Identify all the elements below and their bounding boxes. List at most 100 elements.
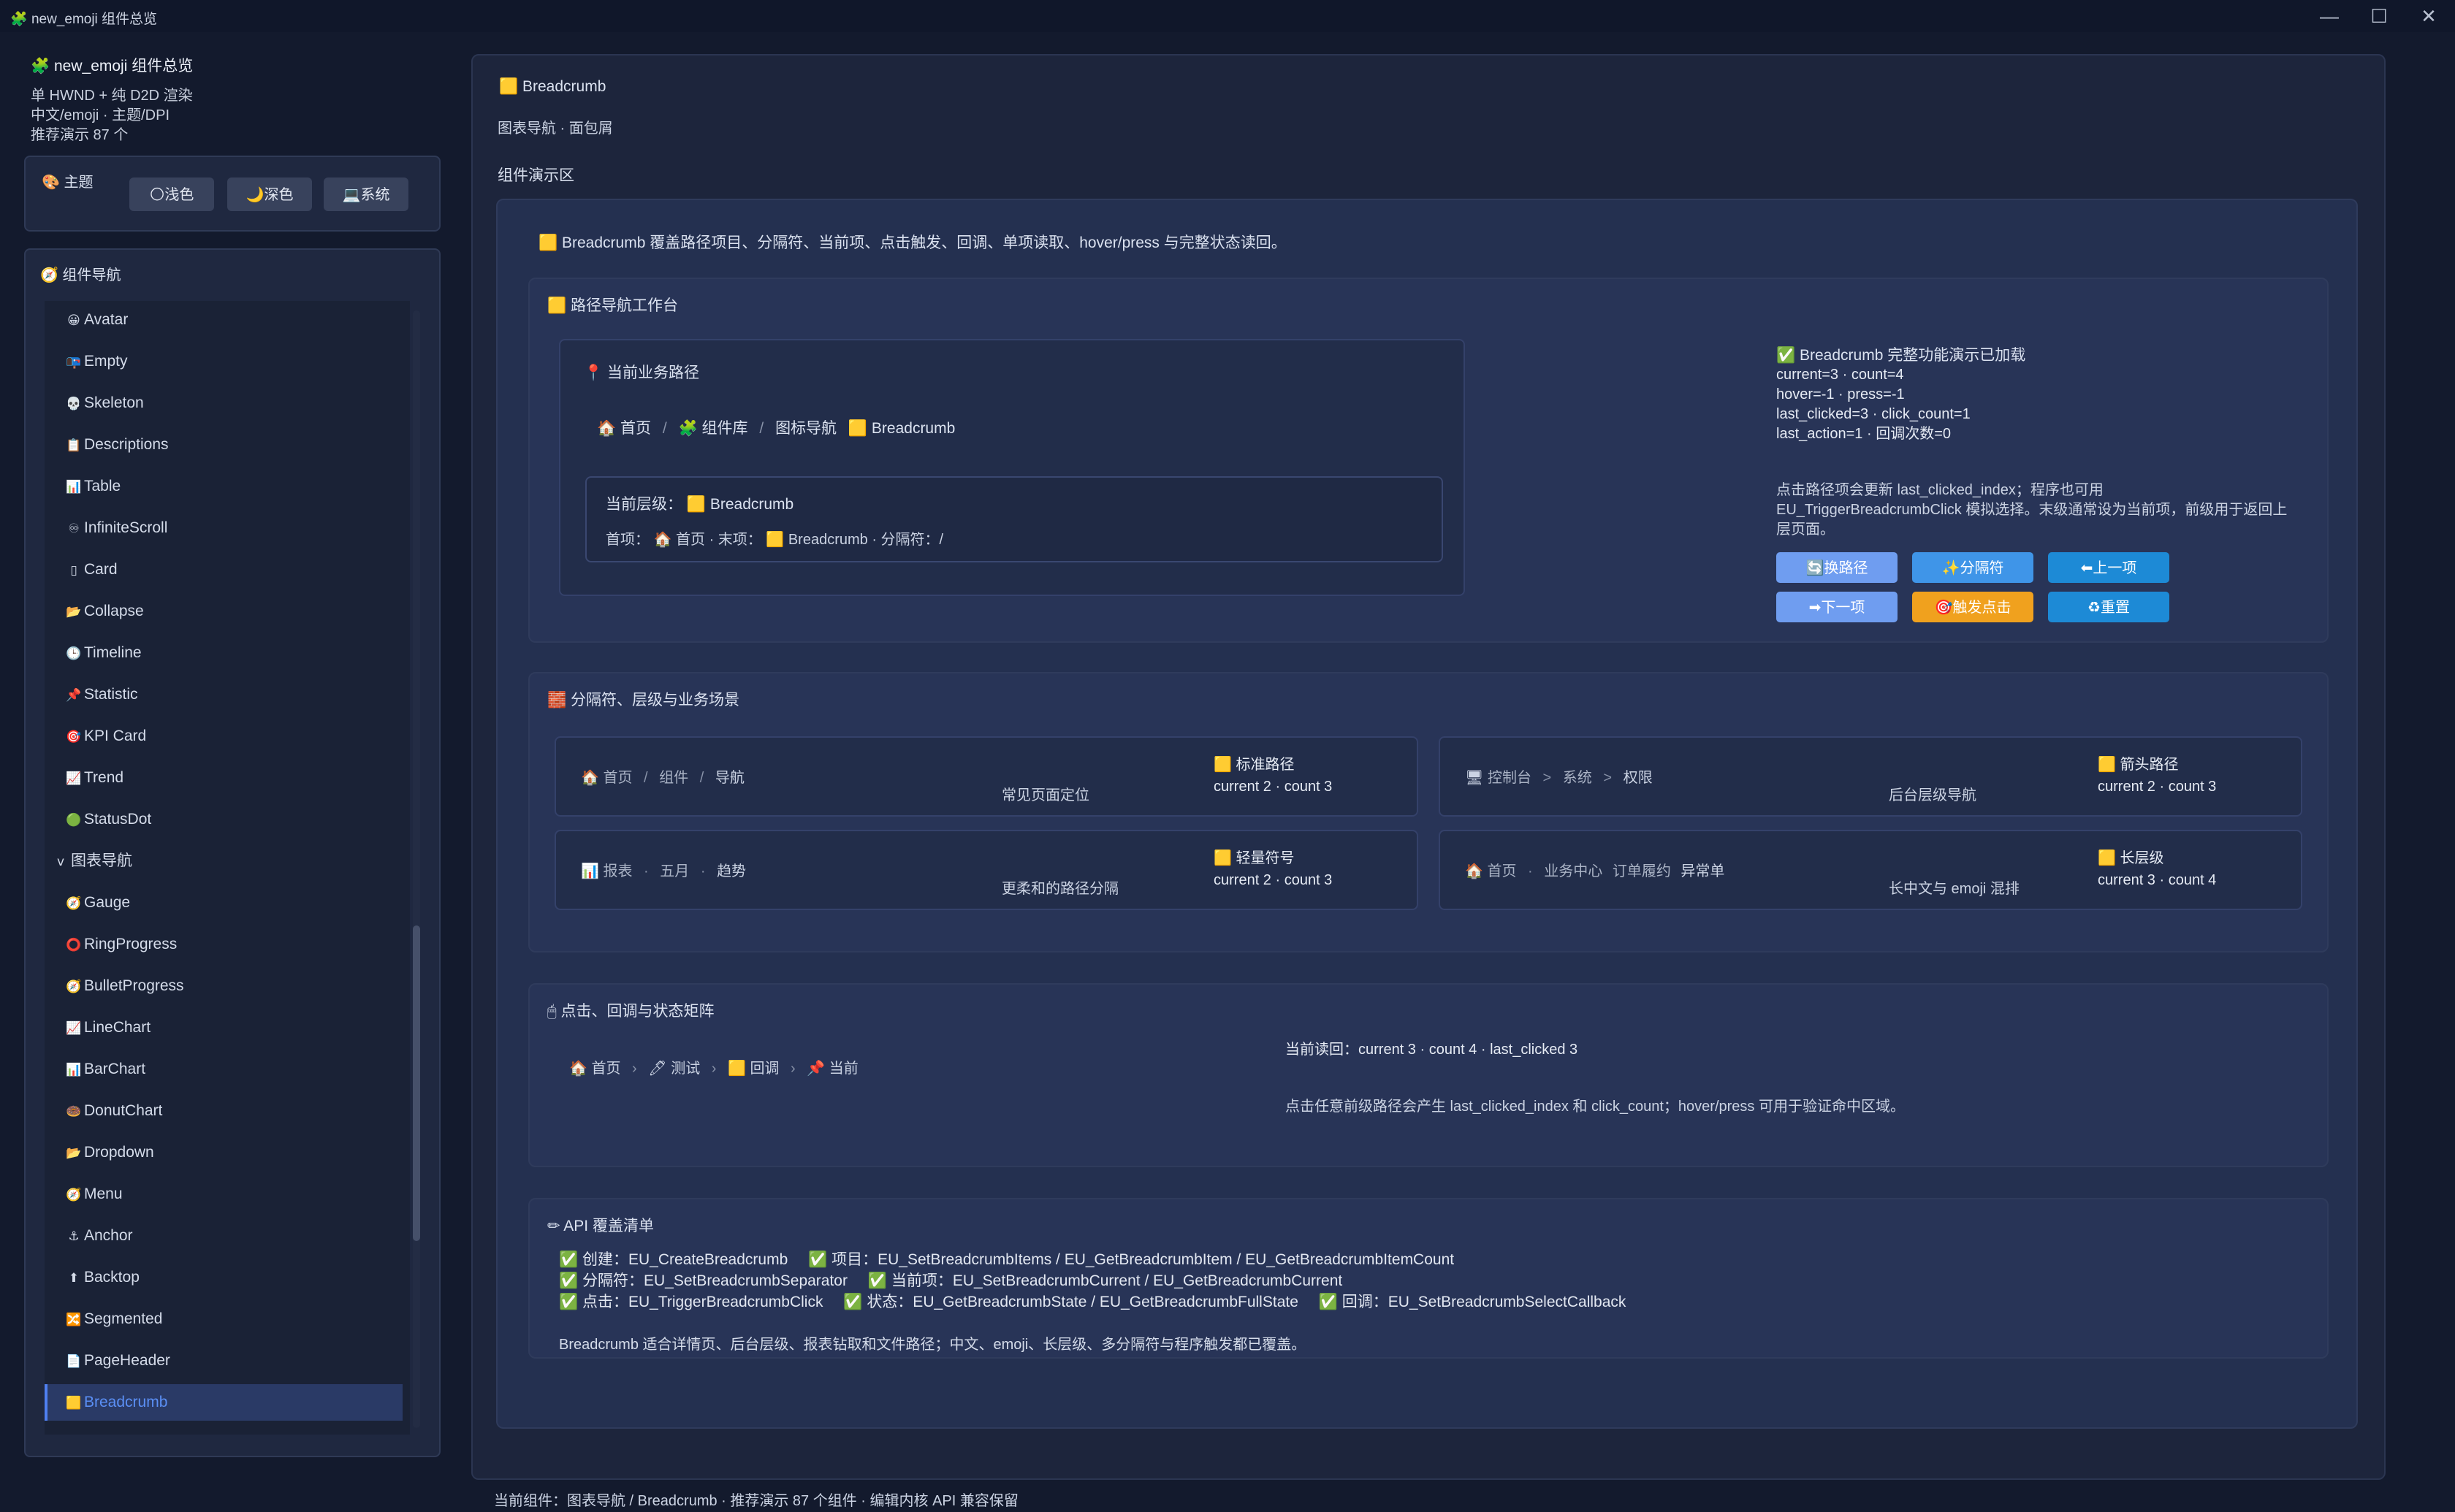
nav-item-collapse[interactable]: 📂 Collapse: [45, 593, 403, 630]
nav-item-label: 图表导航: [71, 852, 132, 869]
next-item-button[interactable]: ➡下一项: [1776, 592, 1898, 622]
component-icon: 📂: [66, 605, 82, 619]
crumb-callback[interactable]: 回调: [750, 1061, 779, 1077]
previous-item-button[interactable]: ⬅上一项: [2048, 552, 2169, 583]
theme-dark-button[interactable]: 🌙深色: [227, 177, 312, 211]
nav-item-infinitescroll[interactable]: ♾ InfiniteScroll: [45, 510, 403, 546]
matrix-readback: 当前读回：current 3 · count 4 · last_clicked …: [1285, 1042, 1578, 1058]
nav-scrollbar[interactable]: [413, 310, 420, 1428]
scenario-caption: 长中文与 emoji 混排: [1889, 881, 2020, 897]
component-nav-panel: 🧭 组件导航 😀 Avatar 📭 Empty 💀 Skeleton 📋 Descriptio…: [24, 248, 441, 1457]
bar-chart-icon: 📊: [581, 862, 599, 879]
theme-light-button[interactable]: 🌕浅色: [129, 177, 214, 211]
status-line: hover=-1 · press=-1: [1776, 386, 1905, 402]
crumb-separator: ›: [711, 1061, 717, 1077]
scenario-card-standard[interactable]: 🏠 首页 / 组件 / 导航 常见页面定位 🟨 标准路径 current 2 ·…: [555, 736, 1418, 817]
nav-item-breadcrumb[interactable]: 🟨 Breadcrumb: [45, 1384, 403, 1421]
nav-item-skeleton[interactable]: 💀 Skeleton: [45, 385, 403, 421]
nav-item-menu[interactable]: 🧭 Menu: [45, 1176, 403, 1213]
nav-item-timeline[interactable]: 🕒 Timeline: [45, 635, 403, 671]
maximize-button[interactable]: ☐: [2364, 4, 2394, 28]
scenario-card-long[interactable]: 🏠 首页 · 业务中心 订单履约 异常单 长中文与 emoji 混排 🟨 长层级…: [1439, 830, 2302, 910]
nav-item-descriptions[interactable]: 📋 Descriptions: [45, 427, 403, 463]
nav-item-barchart[interactable]: 📊 BarChart: [45, 1051, 403, 1088]
scenario-caption: 更柔和的路径分隔: [1002, 881, 1119, 897]
nav-item-label: BarChart: [84, 1061, 146, 1077]
api-checklist-title: ✏ API 覆盖清单: [547, 1217, 654, 1234]
component-icon: ⚓: [68, 1229, 80, 1244]
nav-item-ringprogress[interactable]: ⭕ RingProgress: [45, 926, 403, 963]
scenario-stats: current 2 · count 3: [1214, 872, 1333, 888]
minimize-button[interactable]: —: [2315, 4, 2344, 28]
crumb-current[interactable]: Breadcrumb: [872, 420, 955, 437]
status-line: last_action=1 · 回调次数=0: [1776, 426, 1951, 442]
change-path-button[interactable]: 🔄换路径: [1776, 552, 1898, 583]
crumb-separator: ›: [791, 1061, 796, 1077]
breadcrumb-icon: 🟨: [848, 419, 868, 437]
click-callback-panel: 🖱 点击、回调与状态矩阵 🏠 首页 › 🖊 测试 › 🟨 回调 › 📌 当前 当…: [528, 983, 2329, 1167]
nav-item-card[interactable]: ▯ Card: [45, 551, 403, 588]
main-content: 🟨 Breadcrumb 图表导航 · 面包屑 组件演示区 🟨 Breadcru…: [471, 54, 2386, 1480]
nav-item-pageheader[interactable]: 📄 PageHeader: [45, 1343, 403, 1379]
nav-item-linechart[interactable]: 📈 LineChart: [45, 1009, 403, 1046]
computer-icon: 💻: [342, 186, 361, 203]
puzzle-icon: 🧩: [678, 419, 698, 437]
compass-icon: 🧭: [40, 266, 58, 283]
trigger-click-button[interactable]: 🎯触发点击: [1912, 592, 2033, 622]
status-title: ✅ Breadcrumb 完整功能演示已加载: [1776, 346, 2026, 364]
crumb-test[interactable]: 测试: [671, 1061, 700, 1077]
crumb-separator: /: [662, 420, 667, 437]
nav-item-empty[interactable]: 📭 Empty: [45, 343, 403, 380]
nav-item-statistic[interactable]: 📌 Statistic: [45, 676, 403, 713]
close-button[interactable]: ✕: [2414, 4, 2443, 28]
home-icon: 🏠: [581, 768, 599, 786]
nav-item-trend[interactable]: 📈 Trend: [45, 760, 403, 796]
current-path-title: 📍 当前业务路径: [584, 364, 699, 381]
nav-item-anchor[interactable]: ⚓ Anchor: [45, 1218, 403, 1254]
component-icon: ⬆: [68, 1271, 80, 1286]
nav-item-donutchart[interactable]: 🍩 DonutChart: [45, 1093, 403, 1129]
api-line: ✅ 点击：EU_TriggerBreadcrumbClick ✅ 状态：EU_G…: [559, 1293, 1626, 1310]
nav-item-avatar[interactable]: 😀 Avatar: [45, 302, 403, 338]
scenario-tag: 🟨 轻量符号: [1214, 849, 1295, 866]
separator-button[interactable]: ✨分隔符: [1912, 552, 2033, 583]
nav-list[interactable]: 😀 Avatar 📭 Empty 💀 Skeleton 📋 Descriptions 📊 Tabl…: [45, 301, 410, 1435]
locale-info: 中文/emoji · 主题/DPI: [31, 107, 170, 123]
nav-item-dropdown[interactable]: 📂 Dropdown: [45, 1134, 403, 1171]
matrix-hint: 点击任意前级路径会产生 last_clicked_index 和 click_c…: [1285, 1099, 1905, 1115]
nav-scrollbar-thumb[interactable]: [413, 925, 420, 1241]
nav-item-backtop[interactable]: ⬆ Backtop: [45, 1259, 403, 1296]
crumb-current[interactable]: 当前: [829, 1061, 859, 1077]
check-icon: ✅: [1776, 346, 1796, 364]
theme-system-button[interactable]: 💻系统: [324, 177, 408, 211]
chevron-down-icon: v: [56, 855, 65, 869]
app-title: 🧩 new_emoji 组件总览: [31, 57, 194, 75]
scenario-card-arrow[interactable]: 🖥 控制台 > 系统 > 权限 后台层级导航 🟨 箭头路径 current 2 …: [1439, 736, 2302, 817]
breadcrumb-icon: 🟨: [538, 234, 558, 251]
pin-icon: 📌: [807, 1059, 826, 1077]
nav-item-label: PageHeader: [84, 1352, 170, 1369]
scenario-breadcrumb: 🏠 首页 / 组件 / 导航: [581, 768, 745, 786]
nav-item-label: LineChart: [84, 1019, 151, 1036]
nav-item-statusdot[interactable]: 🟢 StatusDot: [45, 801, 403, 838]
crumb-home[interactable]: 首页: [591, 1061, 620, 1077]
nav-group-13[interactable]: v 图表导航: [45, 843, 403, 879]
api-line: ✅ 创建：EU_CreateBreadcrumb ✅ 项目：EU_SetBrea…: [559, 1251, 1455, 1268]
crumb-library[interactable]: 组件库: [702, 420, 748, 437]
nav-item-segmented[interactable]: 🔀 Segmented: [45, 1301, 403, 1337]
breadcrumb-icon: 🟨: [2098, 755, 2116, 773]
nav-item-gauge[interactable]: 🧭 Gauge: [45, 885, 403, 921]
nav-item-table[interactable]: 📊 Table: [45, 468, 403, 505]
nav-item-bulletprogress[interactable]: 🧭 BulletProgress: [45, 968, 403, 1004]
nav-item-kpi-card[interactable]: 🎯 KPI Card: [45, 718, 403, 755]
crumb-icon-nav[interactable]: 图标导航: [775, 420, 837, 437]
nav-item-label: Collapse: [84, 603, 144, 619]
breadcrumb-icon: 🟨: [1214, 849, 1232, 866]
component-icon: 🎯: [66, 730, 82, 744]
scenario-card-light[interactable]: 📊 报表 · 五月 · 趋势 更柔和的路径分隔 🟨 轻量符号 current 2…: [555, 830, 1418, 910]
reset-button[interactable]: ♻重置: [2048, 592, 2169, 622]
status-readout: ✅ Breadcrumb 完整功能演示已加载 current=3 · count…: [1776, 343, 2332, 444]
crumb-home[interactable]: 首页: [620, 420, 651, 437]
demo-area: 🟨 Breadcrumb 覆盖路径项目、分隔符、当前项、点击触发、回调、单项读取…: [496, 199, 2358, 1429]
scenario-breadcrumb: 🏠 首页 · 业务中心 订单履约 异常单: [1465, 862, 1725, 879]
